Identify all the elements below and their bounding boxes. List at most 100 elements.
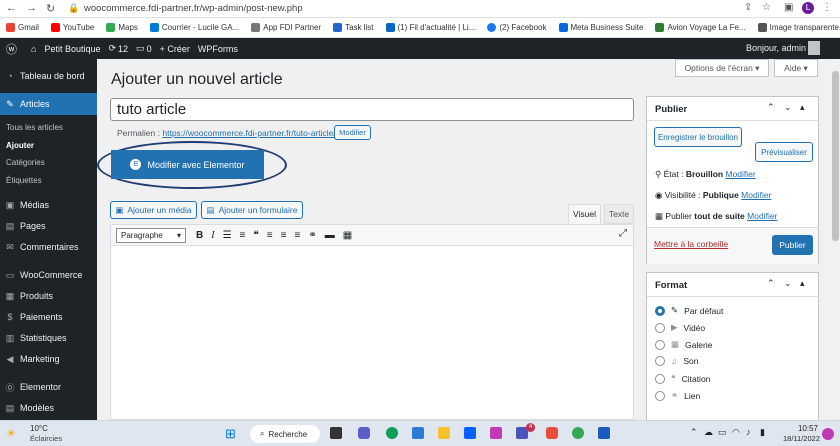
bookmark-image[interactable]: Image transparente... — [757, 23, 840, 32]
url-field[interactable]: woocommerce.fdi-partner.fr/wp-admin/post… — [84, 3, 303, 14]
dropbox-icon[interactable] — [464, 427, 476, 439]
screen-options-button[interactable]: Options de l'écran ▾ — [675, 59, 769, 77]
bookmark-avion[interactable]: Avion Voyage La Fe... — [655, 23, 746, 32]
radio-button[interactable] — [655, 305, 665, 316]
align-right-icon[interactable]: ≡ — [294, 230, 300, 241]
format-option-gallery[interactable]: ▦ Galerie — [655, 339, 712, 350]
chrome-icon[interactable] — [572, 427, 584, 439]
store-icon[interactable] — [412, 427, 424, 439]
taskbar-search[interactable]: ⌕ Recherche — [250, 425, 320, 443]
app-s-icon[interactable] — [490, 427, 502, 439]
battery-icon[interactable]: ▭ — [718, 427, 727, 438]
edit-with-elementor-button[interactable]: E Modifier avec Elementor — [111, 150, 264, 179]
cloud-icon[interactable]: ☁ — [704, 427, 713, 438]
post-title-input[interactable]: tuto article — [110, 98, 634, 121]
app-red-icon[interactable] — [546, 427, 558, 439]
radio-button[interactable] — [655, 339, 665, 350]
profile-avatar[interactable]: L — [802, 2, 814, 14]
star-icon[interactable]: ☆ — [762, 2, 771, 13]
explorer-icon[interactable] — [438, 427, 450, 439]
back-icon[interactable]: ← — [6, 2, 17, 14]
tab-text[interactable]: Texte — [604, 204, 634, 224]
notification-icon[interactable] — [822, 428, 834, 440]
radio-button[interactable] — [655, 322, 665, 333]
sidebar-item-products[interactable]: ▦ Produits — [0, 285, 97, 307]
bookmark-linkedin[interactable]: (1) Fil d'actualité | Li... — [385, 23, 475, 32]
forward-icon[interactable]: → — [26, 2, 37, 14]
sidebar-item-elementor[interactable]: ⓪ Elementor — [0, 376, 97, 398]
sidebar-item-stats[interactable]: ▥ Statistiques — [0, 327, 97, 349]
chevron-down-icon[interactable]: ⌄ — [784, 102, 792, 113]
format-option-video[interactable]: ▶ Vidéo — [655, 322, 705, 333]
help-button[interactable]: Aide ▾ — [774, 59, 818, 77]
bookmark-gmail[interactable]: Gmail — [6, 23, 39, 32]
sidebar-item-comments[interactable]: ✉ Commentaires — [0, 236, 97, 258]
wpforms-link[interactable]: WPForms — [198, 44, 238, 54]
format-option-audio[interactable]: ♫ Son — [655, 356, 699, 366]
sidebar-item-articles[interactable]: ✎ Articles — [0, 93, 97, 115]
align-left-icon[interactable]: ≡ — [267, 230, 273, 241]
sidepanel-icon[interactable]: ▣ — [784, 2, 793, 13]
chevron-up-icon[interactable]: ⌃ — [690, 427, 698, 438]
site-name-link[interactable]: Petit Boutique — [44, 44, 100, 54]
new-content-link[interactable]: + Créer — [160, 44, 190, 54]
bookmark-app-fdi[interactable]: App FDI Partner — [251, 23, 321, 32]
quote-icon[interactable]: ❝ — [253, 230, 258, 241]
save-draft-button[interactable]: Enregistrer le brouillon — [654, 127, 742, 147]
sidebar-item-payments[interactable]: $ Paiements — [0, 306, 97, 328]
volume-icon[interactable]: ♪ — [746, 427, 751, 437]
bullet-list-icon[interactable]: ☰ — [223, 230, 232, 241]
share-icon[interactable]: ⇪ — [744, 2, 752, 13]
publish-button[interactable]: Publier — [772, 235, 813, 255]
avatar[interactable] — [808, 41, 820, 55]
updates-icon[interactable]: ⟳ — [108, 43, 116, 54]
sidebar-item-templates[interactable]: ▤ Modèles — [0, 397, 97, 419]
submenu-all-posts[interactable]: Tous les articles — [6, 123, 63, 132]
bookmark-facebook[interactable]: (2) Facebook — [487, 23, 547, 32]
editor-area[interactable] — [110, 224, 634, 420]
format-option-link[interactable]: ⚭ Lien — [655, 390, 700, 401]
comments-icon[interactable]: ▭ — [136, 43, 145, 54]
add-form-button[interactable]: ▤ Ajouter un formulaire — [201, 201, 303, 219]
submenu-categories[interactable]: Catégories — [6, 158, 45, 167]
radio-button[interactable] — [655, 390, 665, 401]
italic-icon[interactable]: I — [211, 230, 214, 241]
sidebar-item-marketing[interactable]: ◀ Marketing — [0, 348, 97, 370]
scrollbar-thumb[interactable] — [832, 71, 839, 241]
submenu-add[interactable]: Ajouter — [6, 141, 34, 150]
windows-start-icon[interactable]: ⊞ — [225, 426, 236, 442]
sidebar-item-woocommerce[interactable]: ▭ WooCommerce — [0, 264, 97, 286]
fullscreen-icon[interactable]: ⤢ — [619, 228, 627, 239]
sidebar-item-media[interactable]: ▣ Médias — [0, 194, 97, 216]
permalink-edit-button[interactable]: Modifier — [334, 125, 371, 140]
clock-date[interactable]: 18/11/2022 — [778, 434, 820, 443]
chevron-up-icon[interactable]: ⌃ — [767, 102, 775, 113]
reload-icon[interactable]: ↻ — [46, 2, 55, 15]
link-icon[interactable]: ⚭ — [308, 230, 316, 241]
radio-button[interactable] — [655, 356, 665, 366]
collapse-icon[interactable]: ▴ — [800, 278, 805, 289]
status-edit-link[interactable]: Modifier — [726, 169, 756, 179]
temperature[interactable]: 10°C — [30, 424, 48, 433]
teams-chat-icon[interactable] — [358, 427, 370, 439]
word-icon[interactable] — [598, 427, 610, 439]
greeting[interactable]: Bonjour, admin — [746, 43, 806, 53]
format-option-standard[interactable]: ✎ Par défaut — [655, 305, 723, 316]
scrollbar[interactable] — [831, 59, 840, 420]
bookmark-task-list[interactable]: Task list — [333, 23, 374, 32]
chevron-up-icon[interactable]: ⌃ — [767, 278, 775, 289]
bookmark-courrier[interactable]: Courrier - Lucile GA... — [149, 23, 239, 32]
bold-icon[interactable]: B — [196, 230, 203, 241]
read-more-icon[interactable]: ▬ — [325, 230, 335, 241]
align-center-icon[interactable]: ≡ — [281, 230, 287, 241]
chevron-down-icon[interactable]: ⌄ — [784, 278, 792, 289]
trash-link[interactable]: Mettre à la corbeille — [654, 239, 728, 249]
tab-visual[interactable]: Visuel — [568, 204, 601, 225]
numbered-list-icon[interactable]: ≡ — [240, 230, 246, 241]
visibility-edit-link[interactable]: Modifier — [741, 190, 771, 200]
wifi-icon[interactable]: ◠ — [732, 427, 740, 438]
add-media-button[interactable]: ▣ Ajouter un média — [110, 201, 197, 219]
schedule-edit-link[interactable]: Modifier — [747, 211, 777, 221]
battery-status-icon[interactable]: ▮ — [760, 427, 765, 438]
collapse-icon[interactable]: ▴ — [800, 102, 805, 113]
